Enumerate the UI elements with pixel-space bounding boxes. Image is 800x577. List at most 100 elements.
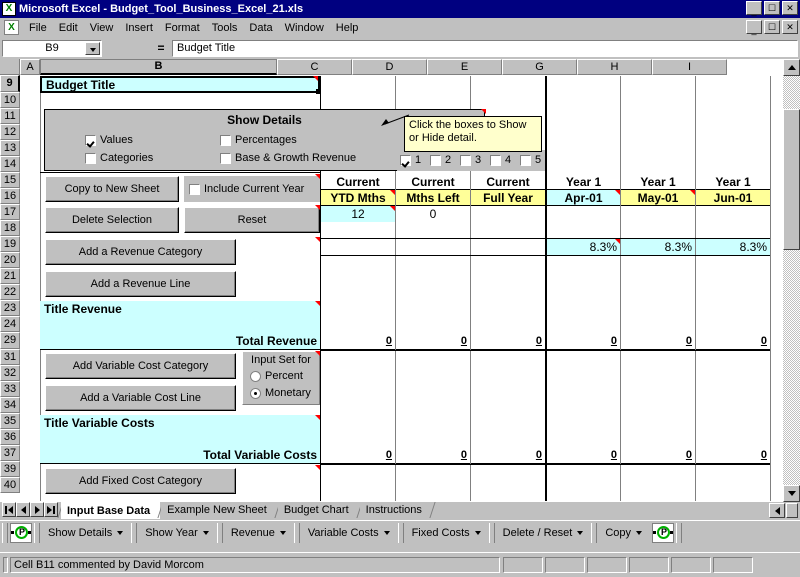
name-box[interactable]: B9 xyxy=(2,40,102,57)
checkbox-percentages[interactable]: Percentages xyxy=(220,134,297,146)
cell-total-revenue-E[interactable]: 0 xyxy=(471,333,545,350)
row-header-29[interactable]: 29 xyxy=(0,332,20,349)
toolbar-grip[interactable] xyxy=(131,523,137,543)
formula-input[interactable]: Budget Title xyxy=(172,40,798,57)
row-header-37[interactable]: 37 xyxy=(0,445,20,461)
toolbar-grip[interactable] xyxy=(591,523,597,543)
toolbar-show-year[interactable]: Show Year xyxy=(139,523,215,543)
fill-handle[interactable] xyxy=(316,89,321,94)
doc-restore-button[interactable]: ☐ xyxy=(764,20,780,34)
checkbox-detail-4[interactable]: 4 xyxy=(490,154,511,166)
menu-tools[interactable]: Tools xyxy=(206,21,244,35)
row-header-33[interactable]: 33 xyxy=(0,381,20,397)
vertical-scroll-thumb[interactable] xyxy=(783,109,800,250)
colhead-top-C[interactable]: Current xyxy=(321,174,395,190)
row-header-19[interactable]: 19 xyxy=(0,236,20,252)
row-header-11[interactable]: 11 xyxy=(0,108,20,124)
menu-file[interactable]: File xyxy=(23,21,53,35)
cell-title-revenue[interactable]: Title Revenue xyxy=(40,301,320,317)
column-header-B[interactable]: B xyxy=(40,59,277,75)
next-sheet-button[interactable] xyxy=(30,502,44,517)
column-header-G[interactable]: G xyxy=(502,59,577,75)
cell-total-varcost-D[interactable]: 0 xyxy=(396,447,470,464)
row-header-34[interactable]: 34 xyxy=(0,397,20,413)
scroll-left-button[interactable] xyxy=(769,503,785,518)
colhead-top-I[interactable]: Year 1 xyxy=(696,174,770,190)
toolbar-grip[interactable] xyxy=(294,523,300,543)
checkbox-include-current-year[interactable]: Include Current Year xyxy=(189,183,304,195)
column-header-A[interactable]: A xyxy=(20,59,40,75)
add-variable-cost-line-button[interactable]: Add a Variable Cost Line xyxy=(45,385,236,411)
toolbar-grip[interactable] xyxy=(217,523,223,543)
toolbar-fixed-costs[interactable]: Fixed Costs xyxy=(406,523,487,543)
column-header-I[interactable]: I xyxy=(652,59,727,75)
cell-growth-I[interactable]: 8.3% xyxy=(696,239,770,255)
toolbar-show-details[interactable]: Show Details xyxy=(42,523,129,543)
row-header-24[interactable]: 24 xyxy=(0,316,20,332)
menu-insert[interactable]: Insert xyxy=(119,21,159,35)
radio-monetary[interactable]: Monetary xyxy=(250,387,311,399)
menu-view[interactable]: View xyxy=(84,21,120,35)
cell-mths-left-value[interactable]: 0 xyxy=(396,206,470,222)
copy-to-new-sheet-button[interactable]: Copy to New Sheet xyxy=(45,176,179,202)
add-revenue-category-button[interactable]: Add a Revenue Category xyxy=(45,239,236,265)
colhead-bottom-D[interactable]: Mths Left xyxy=(396,190,470,206)
close-button[interactable]: ✕ xyxy=(782,1,798,15)
sheet-tab-instructions[interactable]: Instructions xyxy=(360,502,432,518)
checkbox-base-growth-revenue[interactable]: Base & Growth Revenue xyxy=(220,152,356,164)
row-header-20[interactable]: 20 xyxy=(0,252,20,268)
toolbar-grip[interactable] xyxy=(2,523,8,543)
row-header-35[interactable]: 35 xyxy=(0,413,20,429)
row-header-9[interactable]: 9 xyxy=(0,75,20,92)
equals-icon[interactable]: = xyxy=(150,41,172,55)
checkbox-detail-2[interactable]: 2 xyxy=(430,154,451,166)
row-header-23[interactable]: 23 xyxy=(0,300,20,316)
add-fixed-cost-category-button[interactable]: Add Fixed Cost Category xyxy=(45,468,236,494)
cell-total-varcost-H[interactable]: 0 xyxy=(621,447,695,464)
last-sheet-button[interactable] xyxy=(44,502,58,517)
row-header-10[interactable]: 10 xyxy=(0,92,20,108)
toolbar-copy[interactable]: Copy xyxy=(599,523,648,543)
row-header-17[interactable]: 17 xyxy=(0,204,20,220)
sheet-tab-example-new-sheet[interactable]: Example New Sheet xyxy=(161,502,277,518)
row-header-32[interactable]: 32 xyxy=(0,365,20,381)
workbook-icon[interactable] xyxy=(4,20,19,35)
add-revenue-line-button[interactable]: Add a Revenue Line xyxy=(45,271,236,297)
row-header-12[interactable]: 12 xyxy=(0,124,20,140)
row-header-16[interactable]: 16 xyxy=(0,188,20,204)
row-header-18[interactable]: 18 xyxy=(0,220,20,236)
cell-total-revenue-I[interactable]: 0 xyxy=(696,333,770,350)
column-header-H[interactable]: H xyxy=(577,59,652,75)
cell-ytd-mths-value[interactable]: 12 xyxy=(321,206,395,222)
scroll-up-button[interactable] xyxy=(783,59,800,76)
row-header-36[interactable]: 36 xyxy=(0,429,20,445)
reset-button[interactable]: Reset xyxy=(184,207,320,233)
cell-title-variable-costs[interactable]: Title Variable Costs xyxy=(40,415,320,431)
cell-total-varcost-I[interactable]: 0 xyxy=(696,447,770,464)
row-header-31[interactable]: 31 xyxy=(0,349,20,365)
cell-total-varcost-E[interactable]: 0 xyxy=(471,447,545,464)
cell-row24-blank[interactable] xyxy=(40,317,320,333)
menu-window[interactable]: Window xyxy=(279,21,330,35)
add-variable-cost-category-button[interactable]: Add Variable Cost Category xyxy=(45,353,236,379)
colhead-top-E[interactable]: Current xyxy=(471,174,545,190)
cell-total-revenue-label[interactable]: Total Revenue xyxy=(40,333,320,350)
colhead-bottom-G[interactable]: Apr-01 xyxy=(547,190,620,206)
colhead-bottom-H[interactable]: May-01 xyxy=(621,190,695,206)
doc-minimize-button[interactable]: _ xyxy=(746,20,762,34)
menu-format[interactable]: Format xyxy=(159,21,206,35)
first-sheet-button[interactable] xyxy=(2,502,16,517)
toolbar-variable-costs[interactable]: Variable Costs xyxy=(302,523,396,543)
delete-selection-button[interactable]: Delete Selection xyxy=(45,207,179,233)
checkbox-categories[interactable]: Categories xyxy=(85,152,153,164)
row-header-15[interactable]: 15 xyxy=(0,172,20,188)
column-header-C[interactable]: C xyxy=(277,59,352,75)
checkbox-detail-5[interactable]: 5 xyxy=(520,154,541,166)
column-header-D[interactable]: D xyxy=(352,59,427,75)
sheet-tab-budget-chart[interactable]: Budget Chart xyxy=(278,502,359,518)
toolbar-grip[interactable] xyxy=(34,523,40,543)
cell-total-revenue-D[interactable]: 0 xyxy=(396,333,470,350)
toolbar-grip[interactable] xyxy=(676,523,682,543)
doc-close-button[interactable]: ✕ xyxy=(782,20,798,34)
menu-edit[interactable]: Edit xyxy=(53,21,84,35)
